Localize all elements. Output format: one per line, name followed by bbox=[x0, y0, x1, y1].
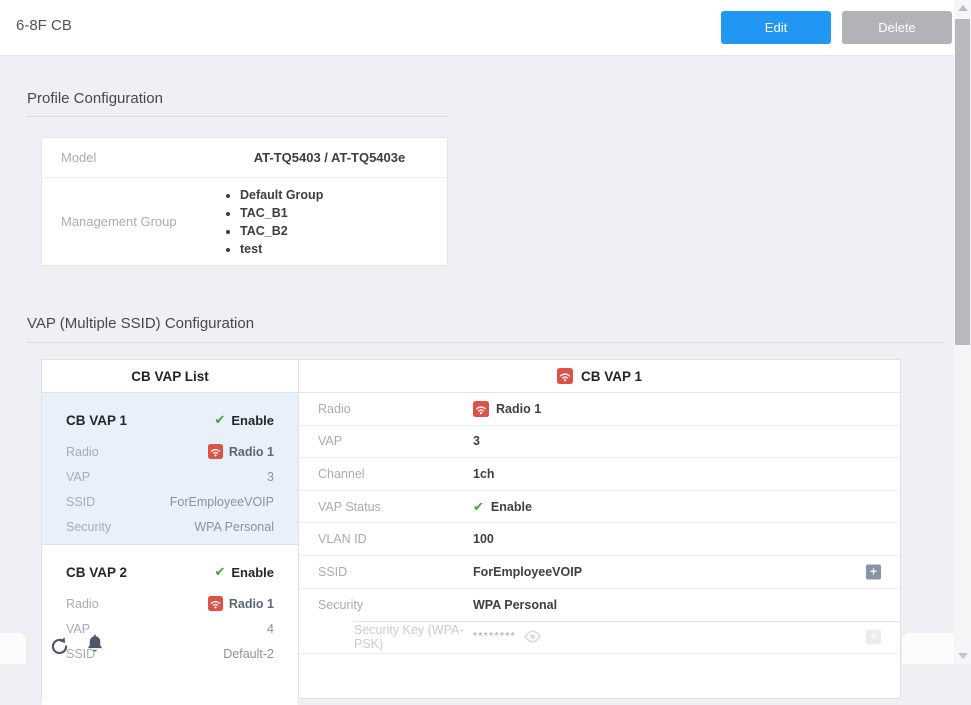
field-label: SSID bbox=[66, 495, 95, 509]
management-group-label: Management Group bbox=[42, 214, 212, 229]
detail-label: VAP Status bbox=[299, 500, 473, 514]
field-label: VAP bbox=[66, 470, 90, 484]
field-value: Radio 1 bbox=[208, 444, 274, 459]
vap-card-status: ✔ Enable bbox=[214, 564, 274, 580]
vap-detail-header: CB VAP 1 bbox=[299, 360, 900, 393]
detail-value: 100 bbox=[473, 532, 494, 546]
bottom-left-panel-edge bbox=[0, 633, 26, 664]
vap-card-status-text: Enable bbox=[231, 413, 274, 428]
field-value: ForEmployeeVOIP bbox=[170, 495, 274, 509]
masked-security-key: ******** bbox=[473, 631, 516, 642]
vap-list-column: CB VAP List CB VAP 1 ✔ Enable Radio Radi… bbox=[42, 360, 299, 698]
detail-value: 3 bbox=[473, 434, 480, 448]
check-icon: ✔ bbox=[214, 412, 225, 428]
management-group-item: test bbox=[240, 240, 447, 258]
vap-card-name: CB VAP 1 bbox=[66, 413, 127, 428]
detail-row-vlan-id: VLAN ID 100 bbox=[299, 523, 900, 556]
vap-card-status: ✔ Enable bbox=[214, 412, 274, 428]
check-icon: ✔ bbox=[214, 564, 225, 580]
notification-bell-icon[interactable] bbox=[85, 633, 105, 659]
detail-value: Enable bbox=[491, 500, 532, 514]
detail-value: ForEmployeeVOIP bbox=[473, 565, 582, 579]
vertical-scrollbar[interactable] bbox=[954, 0, 971, 664]
radio-wifi-icon bbox=[208, 444, 223, 459]
add-ssid-button[interactable]: + bbox=[866, 564, 881, 579]
vap-detail-title: CB VAP 1 bbox=[581, 369, 642, 384]
card-field-security: Security WPA Personal bbox=[66, 514, 274, 539]
vap-card-name: CB VAP 2 bbox=[66, 565, 127, 580]
card-field-radio: Radio Radio 1 bbox=[66, 439, 274, 464]
detail-value: 1ch bbox=[473, 467, 495, 481]
add-security-key-button[interactable]: + bbox=[866, 629, 881, 644]
field-label: Security bbox=[66, 520, 111, 534]
radio-wifi-icon bbox=[557, 368, 573, 384]
vap-configuration-table: CB VAP List CB VAP 1 ✔ Enable Radio Radi… bbox=[41, 359, 901, 699]
table-row: Model AT-TQ5403 / AT-TQ5403e bbox=[42, 138, 447, 178]
field-label: Radio bbox=[66, 445, 99, 459]
card-field-ssid: SSID ForEmployeeVOIP bbox=[66, 489, 274, 514]
vap-detail-column: CB VAP 1 Radio Radio 1 VAP 3 Channel 1ch… bbox=[299, 360, 900, 698]
field-label: Radio bbox=[66, 597, 99, 611]
scroll-up-arrow-icon[interactable] bbox=[958, 5, 968, 11]
detail-value: Radio 1 bbox=[496, 402, 541, 416]
vap-list-item-1[interactable]: CB VAP 1 ✔ Enable Radio Radio 1 VAP 3 SS… bbox=[42, 393, 298, 545]
scroll-down-arrow-icon[interactable] bbox=[958, 653, 968, 659]
radio-value: Radio 1 bbox=[229, 597, 274, 611]
detail-label: Channel bbox=[299, 467, 473, 481]
delete-button[interactable]: Delete bbox=[842, 11, 952, 44]
radio-wifi-icon bbox=[208, 596, 223, 611]
card-field-radio: Radio Radio 1 bbox=[66, 591, 274, 616]
check-icon: ✔ bbox=[473, 499, 484, 515]
table-row: Management Group Default Group TAC_B1 TA… bbox=[42, 178, 447, 265]
detail-row-security-key: Security Key (WPA-PSK) ******** + bbox=[299, 621, 900, 654]
detail-row-radio: Radio Radio 1 bbox=[299, 393, 900, 426]
vap-card-status-text: Enable bbox=[231, 565, 274, 580]
model-label: Model bbox=[42, 150, 212, 165]
profile-section-divider bbox=[27, 116, 448, 117]
page-title: 6-8F CB bbox=[16, 0, 72, 56]
management-group-item: TAC_B1 bbox=[240, 204, 447, 222]
management-group-item: TAC_B2 bbox=[240, 222, 447, 240]
detail-row-channel: Channel 1ch bbox=[299, 458, 900, 491]
detail-label: VLAN ID bbox=[299, 532, 473, 546]
vap-section-title: VAP (Multiple SSID) Configuration bbox=[27, 315, 254, 332]
field-value: Default-2 bbox=[223, 647, 274, 661]
management-group-item: Default Group bbox=[240, 186, 447, 204]
detail-label: Security bbox=[299, 598, 473, 612]
profile-table: Model AT-TQ5403 / AT-TQ5403e Management … bbox=[41, 137, 448, 266]
field-value: WPA Personal bbox=[194, 520, 274, 534]
model-value: AT-TQ5403 / AT-TQ5403e bbox=[212, 150, 447, 165]
detail-row-ssid: SSID ForEmployeeVOIP + bbox=[299, 556, 900, 589]
vap-list-header: CB VAP List bbox=[42, 360, 298, 393]
detail-row-vap-status: VAP Status ✔ Enable bbox=[299, 491, 900, 524]
field-value: 4 bbox=[267, 622, 274, 636]
card-field-vap: VAP 3 bbox=[66, 464, 274, 489]
detail-value: WPA Personal bbox=[473, 598, 557, 612]
field-value: 3 bbox=[267, 470, 274, 484]
scrollbar-thumb[interactable] bbox=[955, 19, 970, 345]
vap-section-divider bbox=[27, 342, 944, 343]
show-password-eye-icon[interactable] bbox=[523, 630, 542, 643]
detail-label: VAP bbox=[299, 434, 473, 448]
detail-label: SSID bbox=[299, 565, 473, 579]
profile-section-title: Profile Configuration bbox=[27, 90, 163, 107]
detail-label: Security Key (WPA-PSK) bbox=[299, 623, 473, 651]
refresh-icon[interactable] bbox=[49, 636, 70, 660]
radio-value: Radio 1 bbox=[229, 445, 274, 459]
page-header: 6-8F CB Edit Delete bbox=[0, 0, 971, 56]
detail-row-vap: VAP 3 bbox=[299, 426, 900, 459]
radio-wifi-icon bbox=[473, 401, 489, 417]
management-group-list: Default Group TAC_B1 TAC_B2 test bbox=[212, 186, 447, 258]
edit-button[interactable]: Edit bbox=[721, 11, 831, 44]
detail-label: Radio bbox=[299, 402, 473, 416]
vap-list-item-2[interactable]: CB VAP 2 ✔ Enable Radio Radio 1 VAP 4 SS… bbox=[42, 545, 298, 705]
detail-row-security: Security WPA Personal bbox=[299, 589, 900, 622]
field-value: Radio 1 bbox=[208, 596, 274, 611]
